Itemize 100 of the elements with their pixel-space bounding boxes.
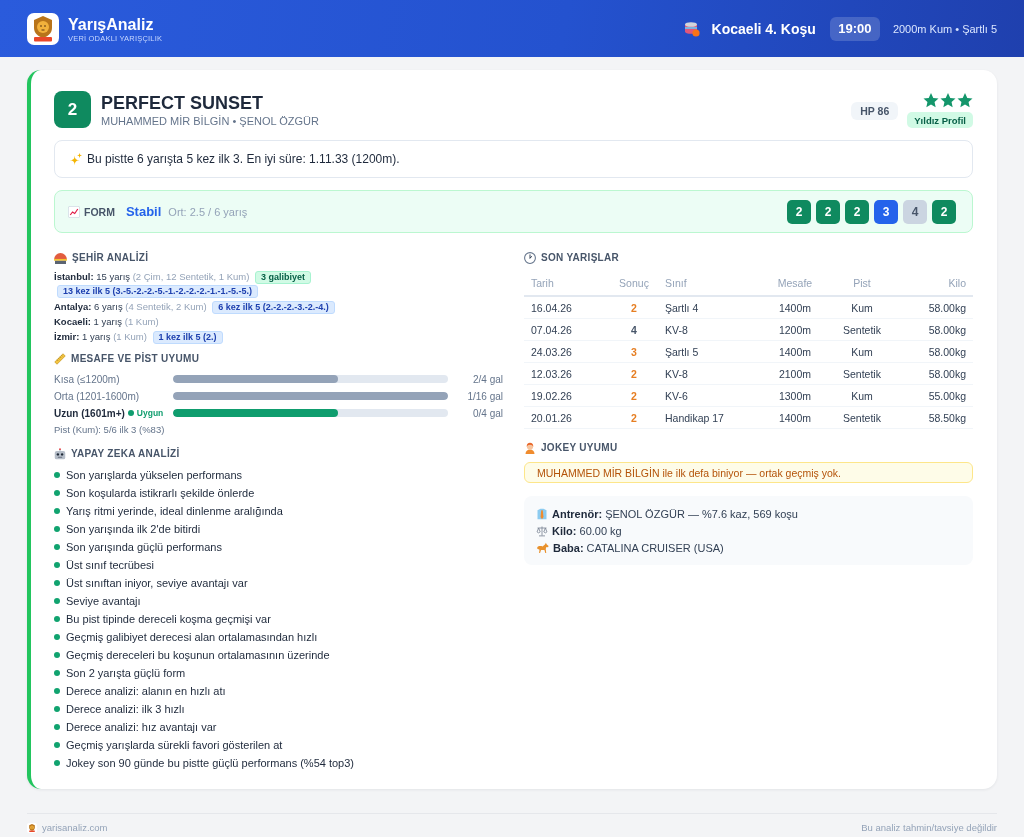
bullet-dot-icon xyxy=(54,544,60,550)
bullet-dot-icon xyxy=(54,490,60,496)
bullet-dot-icon xyxy=(54,508,60,514)
result-badge: 2 xyxy=(932,199,956,224)
result-badge: 4 xyxy=(903,199,927,224)
analysis-item: Seviye avantajı xyxy=(66,595,141,607)
distance-reading: 0/4 gal xyxy=(471,407,503,419)
bullet-dot-icon xyxy=(54,724,60,730)
table-cell: Kum xyxy=(830,340,894,363)
section-heading: YAPAY ZEKA ANALİZİ xyxy=(71,447,180,461)
robot-icon xyxy=(54,448,66,460)
analysis-item: Üst sınıf tecrübesi xyxy=(66,559,155,571)
rating-chip: HP 86 xyxy=(851,101,899,120)
profile-tag: Yıldız Profil xyxy=(907,112,973,128)
table-cell: KV-6 xyxy=(658,384,760,407)
column-header: Mesafe xyxy=(760,271,830,296)
form-label: FORM xyxy=(84,205,115,218)
table-cell: Kum xyxy=(830,296,894,319)
distance-label: Orta (1201-1600m) xyxy=(54,390,140,402)
city-summary: Kocaeli: 1 yarış (1 Kum) xyxy=(54,316,159,327)
distance-label: Kısa (≤1200m) xyxy=(54,373,120,385)
table-cell: 2 xyxy=(610,406,658,429)
analysis-item: Geçmiş yarışlarda sürekli favori gösterilen at xyxy=(66,739,283,751)
analysis-item: Son yarışında ilk 2'de bitirdi xyxy=(66,523,201,535)
star-icon xyxy=(923,93,939,108)
city-summary: İzmir: 1 yarış (1 Kum) xyxy=(54,331,147,342)
distance-reading: 2/4 gal xyxy=(471,373,503,385)
analysis-item: Derece analizi: hız avantajı var xyxy=(66,721,217,733)
table-cell: 16.04.26 xyxy=(524,296,610,319)
analysis-item: Bu pist tipinde dereceli koşma geçmişi var xyxy=(66,613,271,625)
table-cell: 20.01.26 xyxy=(524,406,610,429)
section-heading: MESAFE VE PİST UYUMU xyxy=(71,352,200,366)
bullet-dot-icon xyxy=(54,526,60,532)
table-cell: Handikap 17 xyxy=(658,406,760,429)
table-cell: KV-8 xyxy=(658,318,760,341)
status-dot-icon xyxy=(127,410,134,416)
drum-icon xyxy=(683,20,700,37)
bullet-dot-icon xyxy=(54,634,60,640)
table-cell: 2 xyxy=(610,296,658,319)
disclaimer-text: Bu analiz tahmin/tavsiye değildir xyxy=(861,822,997,833)
table-cell: 4 xyxy=(610,318,658,341)
bullet-dot-icon xyxy=(54,706,60,712)
result-badge: 3 xyxy=(874,199,898,224)
horse-name: PERFECT SUNSET xyxy=(101,92,265,114)
win-count-tag: 3 galibiyet xyxy=(255,271,311,284)
table-cell: 58.00kg xyxy=(894,362,973,385)
column-header: Tarih xyxy=(524,271,610,296)
table-cell: 1200m xyxy=(760,318,830,341)
table-cell: 58.00kg xyxy=(894,340,973,363)
horse-icon xyxy=(536,541,549,554)
bullet-dot-icon xyxy=(54,562,60,568)
analysis-item: Geçmiş dereceleri bu koşunun ortalamasının üzerinde xyxy=(66,649,330,661)
logo-icon xyxy=(27,12,59,45)
track-summary: Pist (Kum): 5/6 ilk 3 (%83) xyxy=(54,424,166,436)
tie-icon xyxy=(536,507,548,520)
detail-text: Baba: CATALINA CRUISER (USA) xyxy=(553,541,724,554)
table-cell: 24.03.26 xyxy=(524,340,610,363)
bullet-dot-icon xyxy=(54,598,60,604)
table-cell: Sentetik xyxy=(830,406,894,429)
column-header: Sonuç xyxy=(610,271,658,296)
bullet-dot-icon xyxy=(54,760,60,766)
distance-label: Uzun (1601m+) xyxy=(54,407,125,419)
table-cell: 58.00kg xyxy=(894,318,973,341)
brand-name: YarışAnaliz xyxy=(68,14,155,34)
table-cell: 3 xyxy=(610,340,658,363)
highlight-text: Bu pistte 6 yarışta 5 kez ilk 3. En iyi süre: 1.11.33 (1200m). xyxy=(87,152,400,166)
analysis-item: Son 2 yarışta güçlü form xyxy=(66,667,186,679)
distance-reading: 1/16 gal xyxy=(466,390,503,402)
scale-icon xyxy=(536,524,548,537)
table-cell: 58.00kg xyxy=(894,296,973,319)
bullet-dot-icon xyxy=(54,742,60,748)
number-badge: 2 xyxy=(54,91,91,128)
table-cell: 2 xyxy=(610,362,658,385)
suitable-label: Uygun xyxy=(136,408,164,418)
column-header: Sınıf xyxy=(658,271,760,296)
bullet-dot-icon xyxy=(54,670,60,676)
table-cell: 07.04.26 xyxy=(524,318,610,341)
bullet-dot-icon xyxy=(54,472,60,478)
table-cell: KV-8 xyxy=(658,362,760,385)
table-cell: 2 xyxy=(610,384,658,407)
race-time: 19:00 xyxy=(829,16,880,41)
section-heading: SON YARIŞLAR xyxy=(541,251,620,265)
result-badge: 2 xyxy=(787,199,811,224)
analysis-item: Yarış ritmi yerinde, ideal dinlenme aralığında xyxy=(66,505,283,517)
ruler-icon xyxy=(54,353,66,365)
table-cell: 55.00kg xyxy=(894,384,973,407)
detail-text: Kilo: 60.00 kg xyxy=(552,524,622,537)
analysis-item: Son yarışlarda yükselen performans xyxy=(66,469,243,481)
horse-subtitle: MUHAMMED MİR BİLGİN • ŞENOL ÖZGÜR xyxy=(101,114,319,128)
star-icon xyxy=(940,93,956,108)
chart-icon xyxy=(68,205,80,218)
table-cell: 1400m xyxy=(760,406,830,429)
top-five-tag: 1 kez ilk 5 (2.) xyxy=(152,331,223,344)
city-summary: Antalya: 6 yarış (4 Sentetik, 2 Kum) xyxy=(54,300,207,312)
column-header: Kilo xyxy=(894,271,973,296)
stadium-icon xyxy=(54,252,67,264)
top-five-tag: 6 kez ilk 5 (2.-2.-2.-3.-2.-4.) xyxy=(212,300,335,314)
logo-icon xyxy=(27,822,37,833)
table-cell: Sentetik xyxy=(830,362,894,385)
bullet-dot-icon xyxy=(54,652,60,658)
